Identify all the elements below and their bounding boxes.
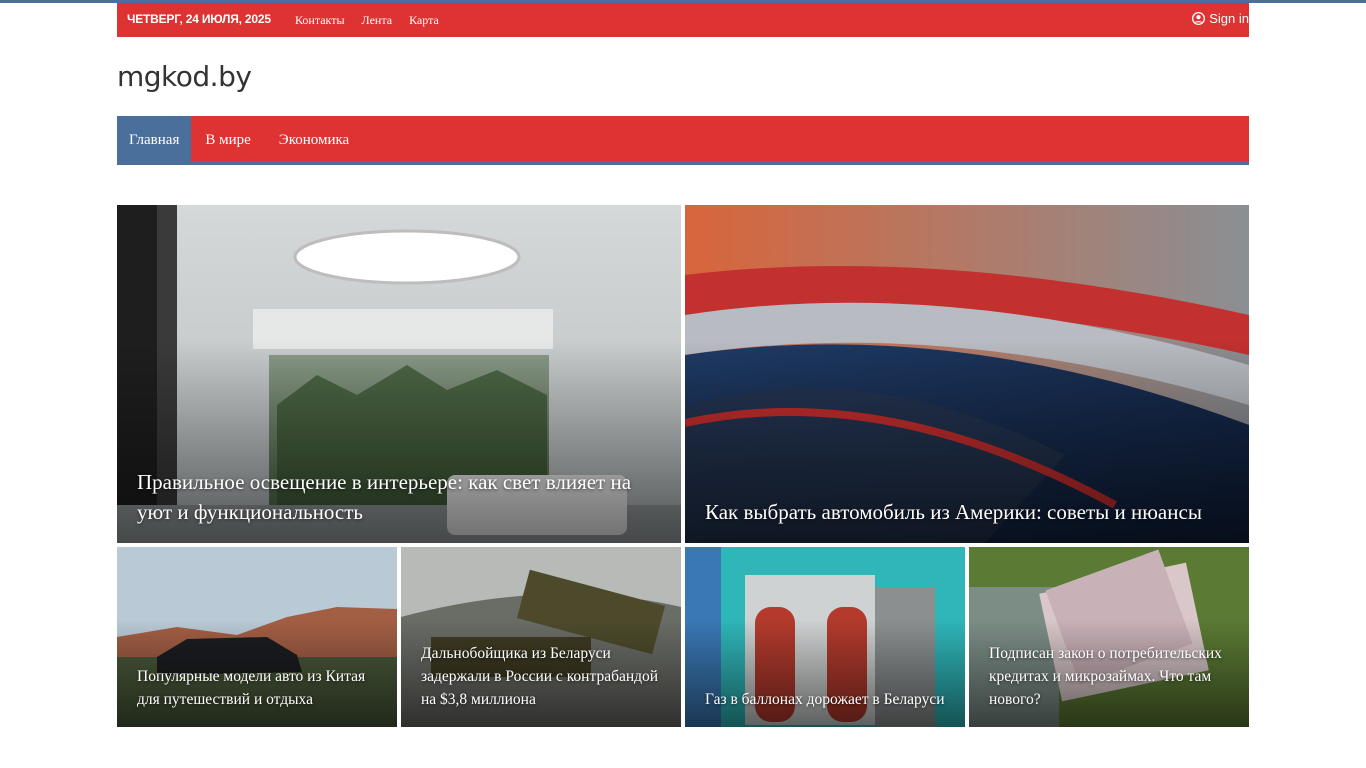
- nav-item-world[interactable]: В мире: [191, 116, 264, 162]
- sign-in-link[interactable]: Sign in: [1192, 11, 1249, 26]
- nav-item-home[interactable]: Главная: [117, 116, 192, 162]
- featured-post-credit-law[interactable]: Подписан закон о потребительских кредита…: [969, 547, 1249, 727]
- featured-post-lighting[interactable]: Правильное освещение в интерьере: как св…: [117, 205, 681, 543]
- featured-post-cars-america[interactable]: Как выбрать автомобиль из Америки: совет…: [685, 205, 1249, 543]
- site-logo[interactable]: mgkod.by: [117, 60, 252, 93]
- top-bar: ЧЕТВЕРГ, 24 ИЮЛЯ, 2025 Контакты Лента Ка…: [117, 3, 1249, 37]
- sign-in-label: Sign in: [1209, 11, 1249, 26]
- post-title[interactable]: Популярные модели авто из Китая для путе…: [137, 665, 379, 711]
- top-links: Контакты Лента Карта: [295, 13, 453, 28]
- main-nav: Главная В мире Экономика: [117, 116, 1249, 165]
- user-icon: [1192, 12, 1206, 25]
- post-title[interactable]: Подписан закон о потребительских кредита…: [989, 642, 1231, 711]
- top-link-map[interactable]: Карта: [409, 13, 439, 27]
- top-link-feed[interactable]: Лента: [362, 13, 393, 27]
- post-title[interactable]: Газ в баллонах дорожает в Беларуси: [705, 688, 947, 711]
- post-title[interactable]: Правильное освещение в интерьере: как св…: [137, 467, 663, 527]
- post-title[interactable]: Как выбрать автомобиль из Америки: совет…: [705, 497, 1231, 527]
- featured-post-chinese-cars[interactable]: Популярные модели авто из Китая для путе…: [117, 547, 397, 727]
- current-date: ЧЕТВЕРГ, 24 ИЮЛЯ, 2025: [127, 12, 271, 26]
- featured-post-gas-cylinders[interactable]: Газ в баллонах дорожает в Беларуси: [685, 547, 965, 727]
- nav-item-economy[interactable]: Экономика: [265, 116, 363, 162]
- featured-post-contraband[interactable]: Дальнобойщика из Беларуси задержали в Ро…: [401, 547, 681, 727]
- top-link-contacts[interactable]: Контакты: [295, 13, 345, 27]
- post-title[interactable]: Дальнобойщика из Беларуси задержали в Ро…: [421, 642, 663, 711]
